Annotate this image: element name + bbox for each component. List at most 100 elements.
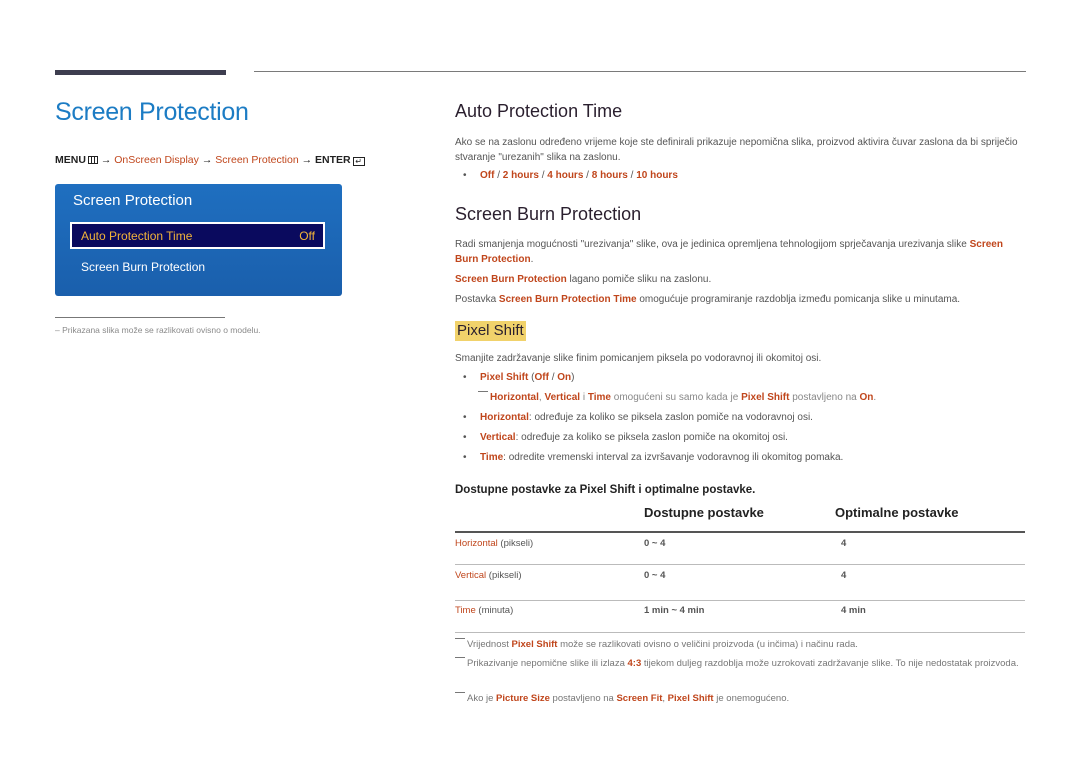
text: postavljeno na — [549, 693, 617, 704]
osd-item-screen-burn-protection[interactable]: Screen Burn Protection — [81, 260, 205, 274]
text: : određuje za koliko se piksela zaslon p… — [528, 412, 813, 423]
footnote-image-disclaimer: – Prikazana slika može se razlikovati ov… — [55, 325, 261, 335]
table-header-rule — [455, 531, 1025, 533]
text: Postavka — [455, 294, 499, 305]
highlight: 4:3 — [627, 658, 642, 669]
highlight: Pixel Shift — [667, 693, 714, 704]
highlight: Picture Size — [496, 693, 550, 704]
highlight: Horizontal — [480, 412, 529, 423]
highlight: Time — [587, 392, 611, 403]
setting-unit: (pikseli) — [486, 570, 522, 581]
option-off: Off — [480, 170, 495, 181]
text: . — [530, 254, 534, 265]
bullet-vertical: Vertical: određuje za koliko se piksela … — [480, 432, 788, 443]
footnote-text: Prikazana slika može se razlikovati ovis… — [62, 325, 261, 335]
setting-name: Horizontal — [455, 538, 498, 549]
breadcrumb: MENU → OnScreen Display → Screen Protect… — [55, 154, 365, 166]
osd-menu-panel: Screen Protection Auto Protection Time O… — [55, 184, 342, 296]
note-picture-size: Ako je Picture Size postavljeno na Scree… — [455, 692, 1025, 706]
enter-icon: ↵ — [352, 157, 365, 166]
breadcrumb-menu: MENU — [55, 154, 86, 166]
bullet-icon: • — [463, 170, 467, 181]
highlight: Vertical — [480, 432, 516, 443]
note-pixel-shift-value: Vrijednost Pixel Shift može se razlikova… — [455, 638, 1025, 652]
highlight: Screen Burn Protection Time — [498, 294, 637, 305]
osd-item-label: Auto Protection Time — [81, 229, 193, 243]
table-cell-setting: Vertical (pikseli) — [455, 570, 522, 581]
highlight: Pixel Shift — [480, 372, 529, 383]
table-cell-setting: Time (minuta) — [455, 605, 513, 616]
bullet-icon: • — [463, 412, 467, 423]
text: lagano pomiče sliku na zaslonu. — [566, 274, 712, 285]
bullet-icon: • — [463, 452, 467, 463]
highlight: On — [859, 392, 874, 403]
breadcrumb-arrow: → — [201, 154, 213, 166]
screen-burn-paragraph-3: Postavka Screen Burn Protection Time omo… — [455, 292, 1025, 307]
setting-name: Time — [455, 605, 476, 616]
table-header-available: Dostupne postavke — [644, 505, 764, 520]
text: Prikazivanje nepomične slike ili izlaza — [467, 658, 628, 669]
menu-grid-icon — [87, 156, 98, 164]
highlight: Pixel Shift — [511, 639, 558, 650]
option-8-hours: 8 hours — [591, 170, 628, 181]
table-cell-available: 1 min ~ 4 min — [644, 605, 705, 616]
bullet-icon: • — [463, 372, 467, 383]
osd-item-value: Off — [299, 229, 315, 243]
option-off: Off — [534, 372, 549, 383]
setting-unit: (pikseli) — [497, 538, 534, 549]
bullet-time: Time: odredite vremenski interval za izv… — [480, 452, 843, 463]
breadcrumb-screen-protection[interactable]: Screen Protection — [215, 154, 298, 166]
osd-item-auto-protection-time[interactable]: Auto Protection Time Off — [70, 222, 325, 249]
text: može se razlikovati ovisno o veličini pr… — [557, 639, 858, 650]
auto-protection-options: Off / 2 hours / 4 hours / 8 hours / 10 h… — [480, 170, 678, 181]
table-cell-optimal: 4 min — [841, 605, 866, 616]
section-heading-auto-protection-time: Auto Protection Time — [455, 101, 623, 121]
text: tijekom duljeg razdoblja može uzrokovati… — [641, 658, 1019, 669]
table-row-divider — [455, 600, 1025, 601]
text: Radi smanjenja mogućnosti "urezivanja" s… — [455, 239, 970, 250]
table-cell-optimal: 4 — [841, 538, 847, 549]
note-dash-icon — [478, 391, 488, 392]
table-cell-available: 0 ~ 4 — [644, 538, 666, 549]
table-row-divider — [455, 632, 1025, 633]
auto-protection-description: Ako se na zaslonu određeno vrijeme koje … — [455, 137, 1018, 163]
screen-burn-paragraph-2: Screen Burn Protection lagano pomiče sli… — [455, 272, 1025, 287]
section-heading-screen-burn-protection: Screen Burn Protection — [455, 204, 642, 224]
breadcrumb-enter: ENTER — [315, 154, 351, 166]
text: omogućuje programiranje razdoblja između… — [636, 294, 961, 305]
footnote-divider — [55, 317, 225, 318]
pixel-shift-description: Smanjite zadržavanje slike finim pomican… — [455, 353, 822, 364]
osd-menu-title: Screen Protection — [73, 192, 193, 209]
option-2-hours: 2 hours — [502, 170, 539, 181]
header-bar-thick — [55, 70, 226, 75]
text: Vrijednost — [467, 639, 512, 650]
highlight: Time — [480, 452, 504, 463]
option-4-hours: 4 hours — [547, 170, 584, 181]
pixel-shift-option: Pixel Shift (Off / On) — [480, 372, 575, 383]
pixel-shift-subnote: Horizontal, Vertical i Time omogućeni su… — [478, 391, 876, 403]
highlight: Screen Fit — [616, 693, 663, 704]
option-on: On — [557, 372, 572, 383]
text: : određuje za koliko se piksela zaslon p… — [515, 432, 788, 443]
page-title: Screen Protection — [55, 98, 249, 126]
text: . — [873, 392, 877, 403]
text: je onemogućeno. — [713, 693, 790, 704]
bullet-horizontal: Horizontal: određuje za koliko se piksel… — [480, 412, 813, 423]
highlight: Horizontal — [490, 392, 539, 403]
note-dash-icon — [455, 692, 465, 693]
separator: / — [583, 170, 592, 181]
note-image-retention: Prikazivanje nepomične slike ili izlaza … — [455, 657, 1039, 671]
highlight: Pixel Shift — [741, 392, 790, 403]
separator: / — [494, 170, 503, 181]
separator: / — [627, 170, 637, 181]
highlight: Screen Burn Protection — [455, 274, 567, 285]
bullet-icon: • — [463, 432, 467, 443]
breadcrumb-onscreen-display[interactable]: OnScreen Display — [114, 154, 199, 166]
header-rule — [254, 71, 1026, 72]
text: postavljeno na — [789, 392, 860, 403]
setting-unit: (minuta) — [475, 605, 514, 616]
option-10-hours: 10 hours — [636, 170, 678, 181]
text: : odredite vremenski interval za izvršav… — [503, 452, 844, 463]
table-row-divider — [455, 564, 1025, 565]
breadcrumb-arrow: → — [100, 154, 112, 166]
